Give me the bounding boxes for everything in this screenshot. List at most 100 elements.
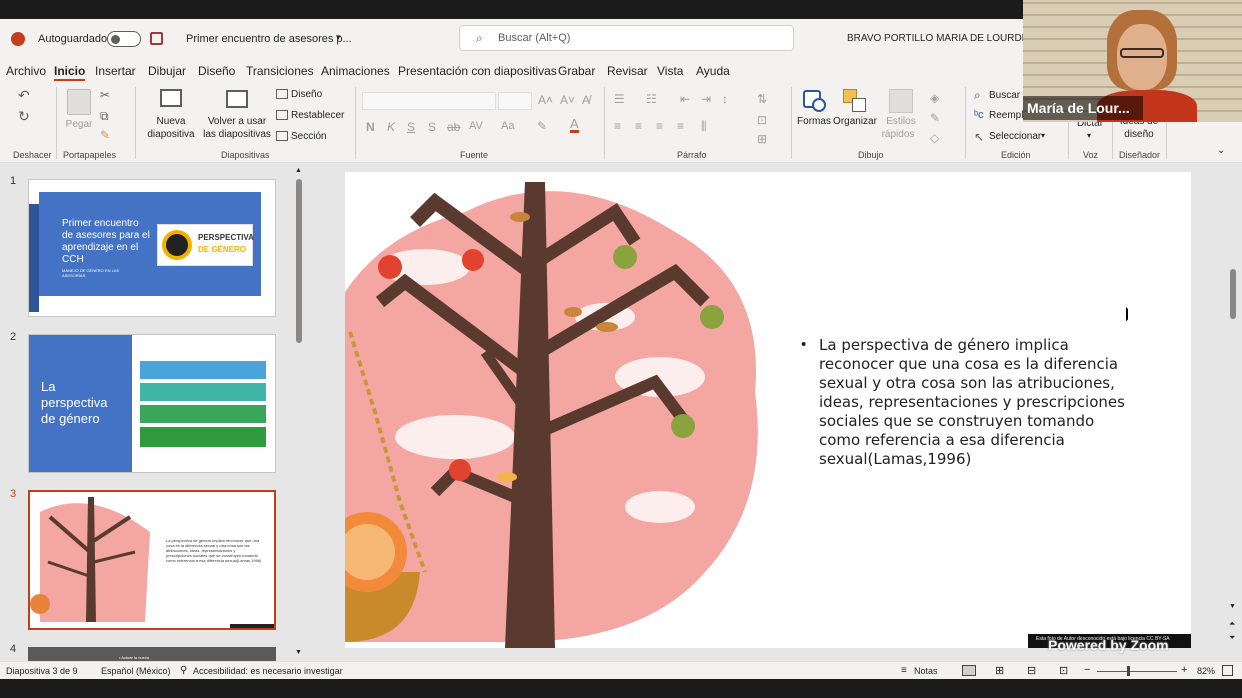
text-direction-icon[interactable]: ⇅: [757, 92, 767, 106]
tab-diseno[interactable]: Diseño: [198, 64, 235, 78]
bold-icon[interactable]: N: [366, 120, 375, 134]
paste-icon[interactable]: [67, 89, 91, 115]
shadow-icon[interactable]: S: [428, 120, 436, 134]
grow-font-icon[interactable]: A˄: [538, 93, 553, 107]
tab-ayuda[interactable]: Ayuda: [696, 64, 730, 78]
zoom-slider[interactable]: [1097, 666, 1177, 676]
reuse-slides-icon[interactable]: [226, 90, 248, 108]
smartart-icon[interactable]: ⊞: [757, 132, 767, 146]
strikethrough-icon[interactable]: ab: [447, 120, 460, 134]
select-icon[interactable]: ↖: [974, 130, 984, 144]
accessibility-status[interactable]: Accesibilidad: es necesario investigar: [193, 666, 343, 676]
find-button[interactable]: Buscar: [989, 90, 1020, 102]
change-case-icon[interactable]: Aa: [501, 120, 514, 132]
decrease-indent-icon[interactable]: ⇤: [680, 92, 690, 106]
normal-view-icon[interactable]: [962, 665, 976, 676]
bullets-icon[interactable]: ☰: [614, 92, 625, 106]
align-text-icon[interactable]: ⊡: [757, 113, 767, 127]
undo-icon[interactable]: ↶: [18, 87, 30, 104]
shrink-font-icon[interactable]: A˅: [560, 93, 575, 107]
format-painter-icon[interactable]: ✎: [100, 128, 110, 142]
copy-icon[interactable]: ⧉: [100, 109, 109, 124]
replace-icon[interactable]: ᵇc: [974, 109, 984, 121]
layout-icon[interactable]: [276, 89, 288, 99]
align-center-icon[interactable]: ≡: [635, 119, 642, 133]
reuse-slides-label-2[interactable]: las diapositivas: [202, 129, 272, 141]
search-box[interactable]: ⌕ Buscar (Alt+Q): [459, 25, 794, 51]
shape-outline-icon[interactable]: ✎: [930, 111, 940, 125]
tab-animaciones[interactable]: Animaciones: [321, 64, 390, 78]
new-slide-label-2[interactable]: diapositiva: [140, 129, 202, 141]
scroll-down-icon[interactable]: ▼: [1229, 603, 1236, 610]
replace-button[interactable]: Reempl: [989, 110, 1024, 122]
cut-icon[interactable]: ✂: [100, 88, 110, 102]
user-name[interactable]: BRAVO PORTILLO MARIA DE LOURDES AM: [847, 33, 1023, 44]
quick-styles-icon[interactable]: [889, 89, 913, 113]
tab-inicio[interactable]: Inicio: [54, 64, 86, 81]
designer-label-2[interactable]: diseño: [1117, 129, 1161, 141]
tab-transiciones[interactable]: Transiciones: [246, 64, 314, 78]
layout-button[interactable]: Diseño: [291, 89, 322, 101]
chevron-down-icon[interactable]: ▾: [336, 32, 341, 43]
language-indicator[interactable]: Español (México): [101, 666, 171, 676]
italic-icon[interactable]: K: [387, 120, 395, 134]
shape-fill-icon[interactable]: ◈: [930, 91, 939, 105]
reset-icon[interactable]: [276, 110, 288, 120]
document-title[interactable]: Primer encuentro de asesores p...: [186, 33, 352, 45]
redo-icon[interactable]: ↻: [18, 108, 30, 125]
thumbnail-slide-4[interactable]: • Actuar la nueva: [28, 647, 276, 661]
highlight-icon[interactable]: ✎: [537, 119, 547, 133]
section-icon[interactable]: [276, 131, 288, 141]
justify-icon[interactable]: ≡: [677, 119, 684, 133]
slide-bullet-text[interactable]: La perspectiva de género implica reconoc…: [819, 336, 1139, 469]
thumbnail-slide-3[interactable]: La perspectiva de género implica reconoc…: [28, 490, 276, 630]
find-icon[interactable]: ⌕: [974, 88, 981, 103]
reuse-slides-label-1[interactable]: Volver a usar: [204, 116, 270, 128]
paste-button[interactable]: Pegar: [65, 119, 93, 131]
notes-button[interactable]: Notas: [914, 666, 938, 676]
increase-indent-icon[interactable]: ⇥: [701, 92, 711, 106]
char-spacing-icon[interactable]: AV: [469, 120, 483, 132]
slideshow-icon[interactable]: ⊡: [1059, 664, 1068, 677]
underline-icon[interactable]: S: [407, 120, 415, 134]
section-button[interactable]: Sección: [291, 131, 327, 143]
slide-sorter-icon[interactable]: ⊞: [995, 664, 1004, 677]
shape-effects-icon[interactable]: ◇: [930, 131, 939, 145]
shapes-button[interactable]: Formas: [797, 116, 831, 128]
tab-vista[interactable]: Vista: [657, 64, 683, 78]
quick-styles-label-2[interactable]: rápidos: [879, 129, 917, 141]
save-icon[interactable]: [150, 32, 163, 45]
scroll-up-icon[interactable]: ▲: [295, 167, 302, 174]
zoom-level[interactable]: 82%: [1197, 666, 1215, 676]
columns-icon[interactable]: ⫼: [701, 119, 707, 134]
tab-grabar[interactable]: Grabar: [558, 64, 595, 78]
line-spacing-icon[interactable]: ↕: [722, 92, 728, 106]
next-slide-icon[interactable]: ⏷: [1229, 633, 1235, 643]
fit-to-window-icon[interactable]: [1222, 665, 1233, 676]
numbering-icon[interactable]: ☷: [646, 92, 657, 106]
tab-dibujar[interactable]: Dibujar: [148, 64, 186, 78]
font-name-select[interactable]: [362, 92, 496, 110]
thumbnail-scrollbar[interactable]: ▲ ▼: [294, 167, 303, 657]
thumbnail-scroll-thumb[interactable]: [296, 179, 302, 343]
tab-archivo[interactable]: Archivo: [6, 64, 46, 78]
autosave-toggle[interactable]: [107, 31, 141, 47]
quick-styles-label-1[interactable]: Estilos: [882, 116, 920, 128]
align-left-icon[interactable]: ≡: [614, 119, 621, 133]
slide-scrollbar[interactable]: ▼ ⏶ ⏷: [1228, 163, 1240, 661]
font-size-select[interactable]: [498, 92, 532, 110]
thumbnail-slide-2[interactable]: La perspectiva de género: [28, 334, 276, 473]
previous-slide-icon[interactable]: ⏶: [1229, 619, 1235, 629]
new-slide-label-1[interactable]: Nueva: [143, 116, 199, 128]
new-slide-icon[interactable]: [160, 89, 182, 107]
zoom-out-icon[interactable]: −: [1084, 664, 1090, 676]
font-color-icon[interactable]: A: [570, 117, 579, 133]
arrange-button[interactable]: Organizar: [832, 116, 878, 128]
zoom-in-icon[interactable]: +: [1181, 664, 1187, 676]
reset-button[interactable]: Restablecer: [291, 110, 344, 122]
tab-revisar[interactable]: Revisar: [607, 64, 648, 78]
tab-insertar[interactable]: Insertar: [95, 64, 136, 78]
scroll-down-icon[interactable]: ▼: [295, 649, 302, 656]
ribbon-collapse-icon[interactable]: ⌄: [1217, 145, 1225, 156]
select-button[interactable]: Seleccionar: [989, 131, 1041, 143]
